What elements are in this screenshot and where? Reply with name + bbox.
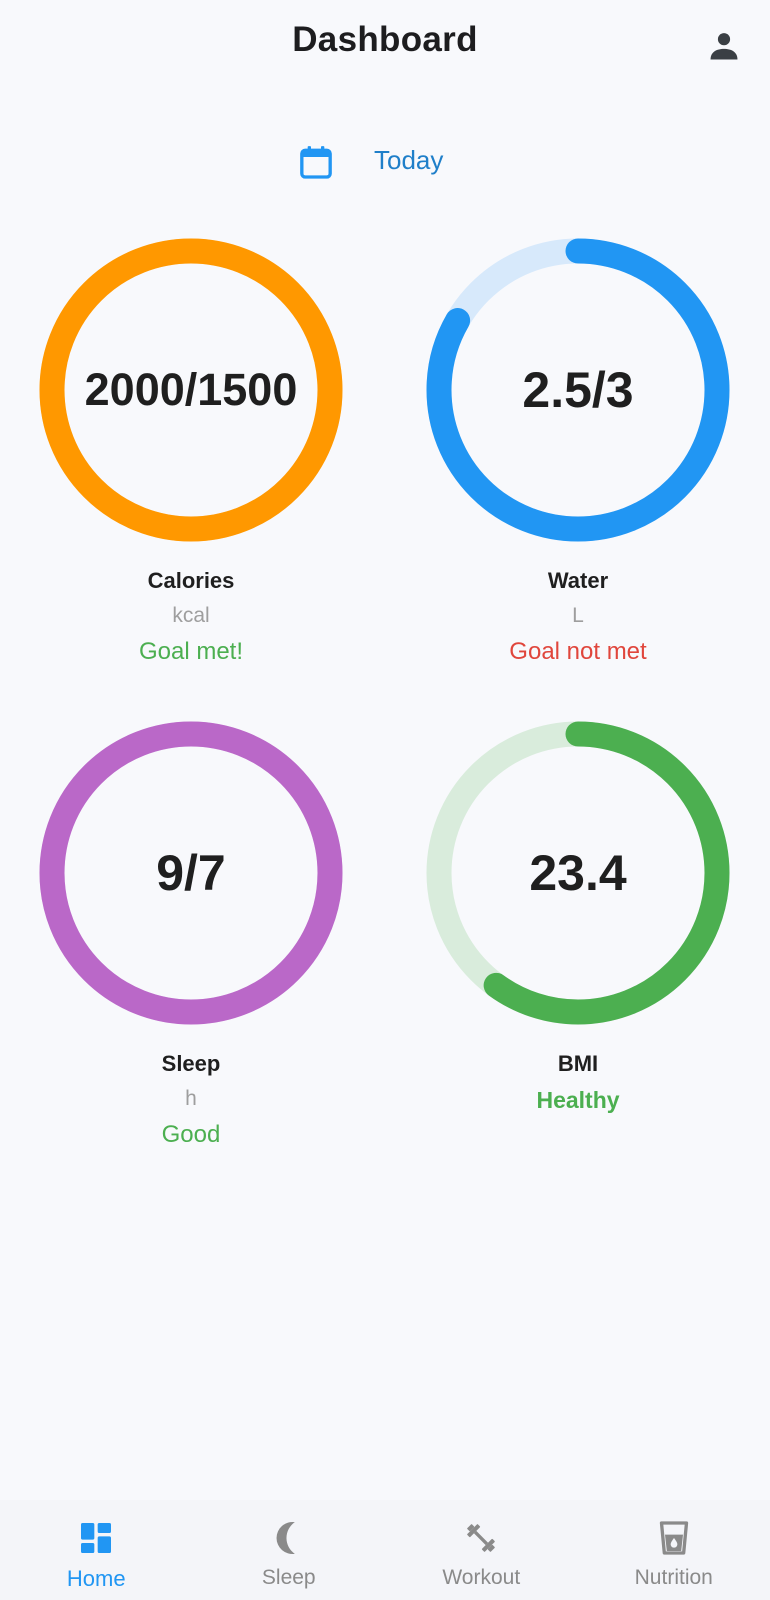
nav-label-home: Home	[66, 1566, 126, 1591]
calories-card[interactable]: 2000/1500 Calories kcal Goal met!	[31, 230, 351, 670]
date-label[interactable]: Today	[374, 145, 443, 176]
calories-label: Calories	[147, 568, 235, 593]
sleep-status: Good	[161, 1121, 221, 1148]
water-card[interactable]: 2.5/3 Water L Goal not met	[418, 230, 738, 670]
nav-item-workout[interactable]: Workout	[385, 1500, 578, 1600]
app-bar: Dashboard	[0, 0, 770, 90]
bmi-ring: 23.4	[418, 713, 738, 1033]
bmi-value: 23.4	[529, 845, 627, 901]
bmi-status: Healthy	[536, 1087, 620, 1113]
nav-label-workout: Workout	[442, 1566, 521, 1589]
calories-unit: kcal	[172, 604, 210, 627]
sleep-ring: 9/7	[31, 713, 351, 1033]
water-unit: L	[572, 604, 584, 627]
bmi-label: BMI	[557, 1051, 599, 1076]
dashboard-icon	[81, 1523, 112, 1553]
calories-status: Goal met!	[138, 638, 244, 665]
calories-ring: 2000/1500	[31, 230, 351, 550]
moon-icon	[276, 1522, 295, 1554]
nav-label-nutrition: Nutrition	[634, 1566, 713, 1589]
date-selector: Today	[0, 138, 770, 184]
nav-item-nutrition[interactable]: Nutrition	[578, 1500, 770, 1600]
sleep-card[interactable]: 9/7 Sleep h Good	[31, 713, 351, 1153]
nav-item-sleep[interactable]: Sleep	[193, 1500, 386, 1600]
sleep-label: Sleep	[161, 1051, 221, 1076]
water-label: Water	[547, 568, 609, 593]
sleep-unit: h	[185, 1087, 197, 1110]
water-ring: 2.5/3	[418, 230, 738, 550]
bottom-navigation: Home Sleep Workout Nutrition	[0, 1500, 770, 1600]
glass-icon	[659, 1521, 688, 1555]
profile-button[interactable]	[700, 22, 748, 70]
calories-value: 2000/1500	[84, 364, 298, 415]
water-status: Goal not met	[509, 638, 647, 665]
dumbbell-icon	[467, 1524, 496, 1552]
nav-label-sleep: Sleep	[261, 1566, 316, 1589]
nav-item-home[interactable]: Home	[0, 1500, 193, 1600]
calendar-icon[interactable]	[296, 142, 336, 182]
person-icon	[710, 33, 738, 60]
sleep-value: 9/7	[156, 845, 226, 901]
page-title: Dashboard	[292, 20, 478, 59]
water-value: 2.5/3	[522, 362, 634, 418]
bmi-card[interactable]: 23.4 BMI Healthy	[418, 713, 738, 1153]
